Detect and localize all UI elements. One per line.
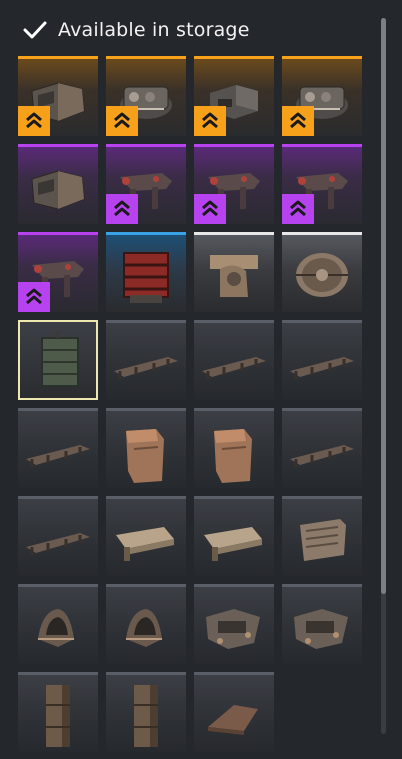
item-box-2-tile[interactable] [282, 496, 362, 576]
item-drum-tile[interactable] [282, 232, 362, 312]
item-chassis-2-tile[interactable] [282, 584, 362, 664]
item-frame-1-tile[interactable] [106, 320, 186, 400]
storage-header: Available in storage [22, 16, 250, 44]
rank-chevron-icon [106, 106, 138, 136]
rank-chevron-icon [194, 194, 226, 224]
item-plate-2-tile[interactable] [194, 408, 274, 488]
item-pillar-2-tile[interactable] [106, 672, 186, 752]
item-ramp-tile[interactable] [194, 672, 274, 752]
item-generator-image [123, 252, 169, 303]
item-plate-1-tile[interactable] [106, 408, 186, 488]
item-chassis-1-image [206, 609, 260, 649]
storage-title: Available in storage [58, 19, 250, 41]
item-frame-1-image [114, 357, 178, 379]
item-box-selected-tile[interactable] [18, 320, 98, 400]
item-pillar-2-image [134, 685, 158, 747]
item-frame-2-image [202, 357, 266, 379]
item-armor-1-image [38, 609, 74, 647]
rank-chevron-icon [18, 106, 50, 136]
item-generator-tile[interactable] [106, 232, 186, 312]
rank-chevron-icon [282, 194, 314, 224]
item-frame-3-image [290, 357, 354, 379]
check-icon [23, 21, 47, 39]
item-ramp-image [208, 705, 258, 735]
item-frame-5-tile[interactable] [282, 408, 362, 488]
item-frame-6-image [26, 533, 90, 555]
item-panel-1-image [116, 527, 174, 561]
item-weapon-4-tile[interactable] [18, 232, 98, 312]
scrollbar[interactable] [381, 18, 386, 734]
scrollbar-thumb[interactable] [381, 18, 386, 594]
item-pillar-1-tile[interactable] [18, 672, 98, 752]
item-cabin-1-tile[interactable] [18, 56, 98, 136]
item-chassis-1-tile[interactable] [194, 584, 274, 664]
item-drum-image [296, 253, 348, 297]
item-chassis-2-image [294, 609, 348, 649]
rank-chevron-icon [18, 282, 50, 312]
rank-chevron-icon [282, 106, 314, 136]
item-cabin-2-tile[interactable] [18, 144, 98, 224]
item-frame-4-image [26, 445, 90, 467]
item-pillar-1-image [46, 685, 70, 747]
item-grid [18, 56, 362, 752]
item-frame-5-image [290, 445, 354, 467]
item-cabin-2-image [31, 170, 85, 210]
item-armor-1-tile[interactable] [18, 584, 98, 664]
item-frame-6-tile[interactable] [18, 496, 98, 576]
item-panel-1-tile[interactable] [106, 496, 186, 576]
item-box-2-image [300, 519, 346, 561]
item-panel-2-tile[interactable] [194, 496, 274, 576]
item-plate-2-image [214, 429, 252, 483]
item-turret-image [210, 255, 258, 297]
item-engine-1-tile[interactable] [106, 56, 186, 136]
item-armor-2-image [126, 609, 162, 647]
item-armor-2-tile[interactable] [106, 584, 186, 664]
item-frame-2-tile[interactable] [194, 320, 274, 400]
item-frame-3-tile[interactable] [282, 320, 362, 400]
item-plate-1-image [126, 429, 164, 483]
item-weapon-1-tile[interactable] [106, 144, 186, 224]
item-turret-tile[interactable] [194, 232, 274, 312]
item-weapon-2-tile[interactable] [194, 144, 274, 224]
item-box-selected-image [41, 330, 79, 387]
item-frame-4-tile[interactable] [18, 408, 98, 488]
item-weapon-3-tile[interactable] [282, 144, 362, 224]
rank-chevron-icon [194, 106, 226, 136]
item-panel-2-image [204, 527, 262, 561]
item-engine-2-tile[interactable] [194, 56, 274, 136]
item-engine-3-tile[interactable] [282, 56, 362, 136]
rank-chevron-icon [106, 194, 138, 224]
